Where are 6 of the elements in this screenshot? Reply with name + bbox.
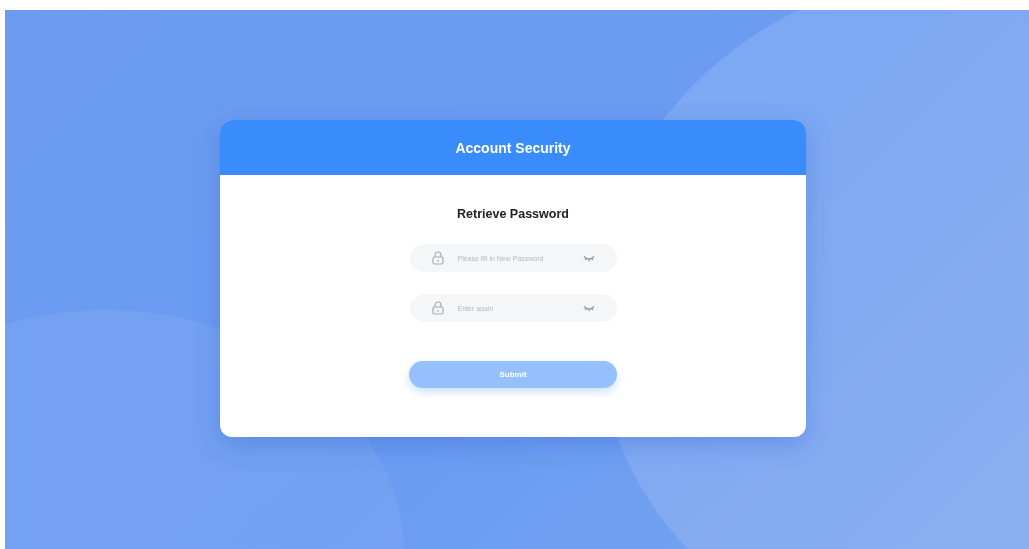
eye-closed-icon[interactable] <box>582 304 595 312</box>
lock-icon <box>431 251 444 265</box>
form-heading: Retrieve Password <box>457 207 569 221</box>
eye-closed-icon[interactable] <box>582 254 595 262</box>
dialog-title: Account Security <box>455 139 571 156</box>
lock-icon <box>431 301 444 315</box>
